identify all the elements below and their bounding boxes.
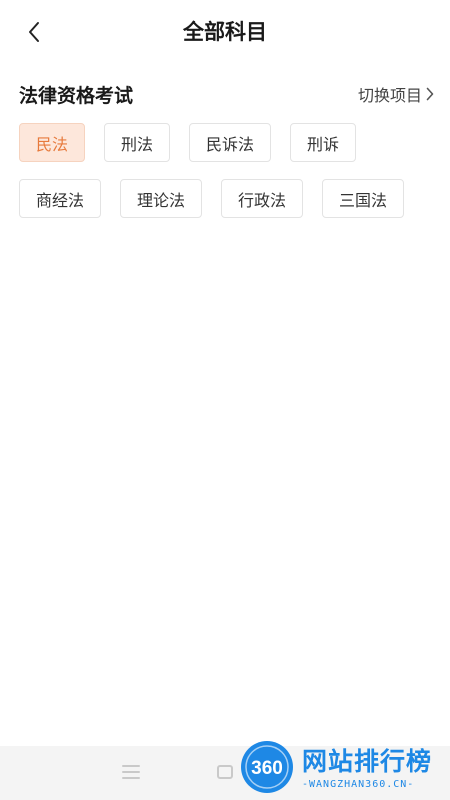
subject-chip-2[interactable]: 民诉法 (189, 123, 272, 162)
watermark-title: 网站排行榜 (302, 746, 433, 776)
subject-chip-3[interactable]: 刑诉 (290, 123, 357, 162)
svg-text:360: 360 (251, 758, 283, 779)
header-bar: 全部科目 (0, 0, 450, 64)
subject-chip-list: 民法 刑法 民诉法 刑诉 商经法 理论法 行政法 三国法 (19, 123, 434, 218)
page-title: 全部科目 (183, 20, 267, 44)
subject-chip-5[interactable]: 理论法 (120, 179, 203, 218)
menu-icon[interactable] (122, 765, 140, 779)
subject-chip-4[interactable]: 商经法 (19, 179, 102, 218)
watermark-text: 网站排行榜 -WANGZHAN360.CN- (302, 747, 432, 790)
subject-chip-7[interactable]: 三国法 (322, 179, 405, 218)
chevron-right-icon (426, 87, 434, 101)
logo-360-icon: 360 (241, 741, 293, 793)
section-title: 法律资格考试 (19, 84, 134, 107)
switch-project-link[interactable]: 切换项目 (358, 82, 434, 106)
home-square-icon[interactable] (217, 765, 233, 779)
watermark-subtitle: -WANGZHAN360.CN- (302, 778, 415, 790)
watermark: 360 网站排行榜 -WANGZHAN360.CN- (238, 738, 448, 798)
section-header: 法律资格考试 切换项目 (19, 80, 434, 108)
switch-project-label: 切换项目 (357, 86, 422, 105)
subject-chip-6[interactable]: 行政法 (221, 179, 304, 218)
subject-chip-0[interactable]: 民法 (19, 123, 86, 162)
subject-chip-1[interactable]: 刑法 (104, 123, 171, 162)
